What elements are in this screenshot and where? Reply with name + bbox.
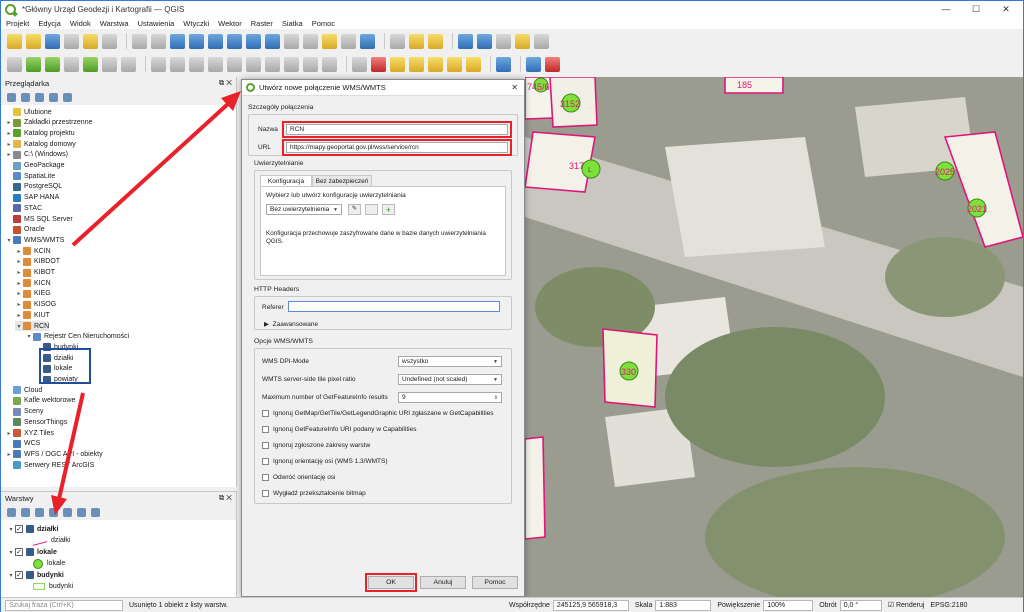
arrow-to-layers [57,392,85,500]
arrow-to-dialog [71,101,231,247]
annotation-arrows [51,91,241,515]
arrow-head [51,495,67,515]
qgis-main-window: *Główny Urząd Geodezji i Kartografii — Q… [0,0,1024,612]
